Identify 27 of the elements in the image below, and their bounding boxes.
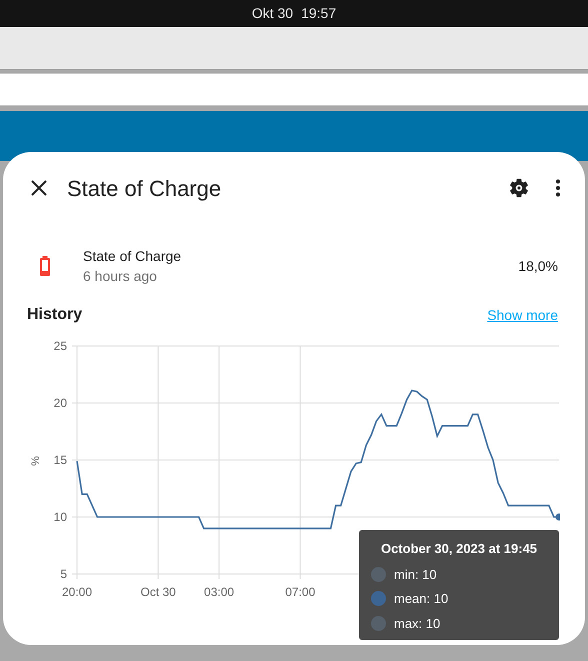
- battery-icon: [39, 256, 51, 276]
- x-tick-label: 20:00: [62, 585, 92, 599]
- settings-icon[interactable]: [508, 177, 530, 199]
- y-tick-label: 10: [54, 510, 67, 524]
- date-text: Okt 30: [252, 4, 294, 23]
- show-more-link[interactable]: Show more: [487, 304, 558, 326]
- history-heading: History: [27, 305, 82, 325]
- tooltip-item: min: 10: [394, 566, 437, 584]
- y-axis-title: %: [30, 456, 42, 466]
- x-tick-label: Oct 30: [140, 585, 176, 599]
- tooltip-item: max: 10: [394, 614, 440, 632]
- y-tick-label: 20: [54, 396, 67, 410]
- tooltip-item: mean: 10: [394, 590, 448, 608]
- clock-text: 19:57: [301, 4, 336, 23]
- x-tick-label: 03:00: [204, 585, 234, 599]
- entity-name: State of Charge: [83, 247, 182, 266]
- y-tick-label: 25: [54, 339, 67, 353]
- y-tick-label: 5: [60, 567, 67, 581]
- last-changed-text: 6 hours ago: [83, 267, 158, 286]
- dialog-title: State of Charge: [67, 174, 222, 203]
- close-icon[interactable]: [29, 178, 49, 198]
- tooltip-title: October 30, 2023 at 19:45: [380, 540, 538, 558]
- more-options-icon[interactable]: [555, 179, 561, 197]
- state-value: 18,0%: [518, 256, 558, 276]
- x-tick-label: 07:00: [285, 585, 316, 599]
- data-point: [556, 514, 560, 520]
- y-tick-label: 15: [54, 453, 67, 467]
